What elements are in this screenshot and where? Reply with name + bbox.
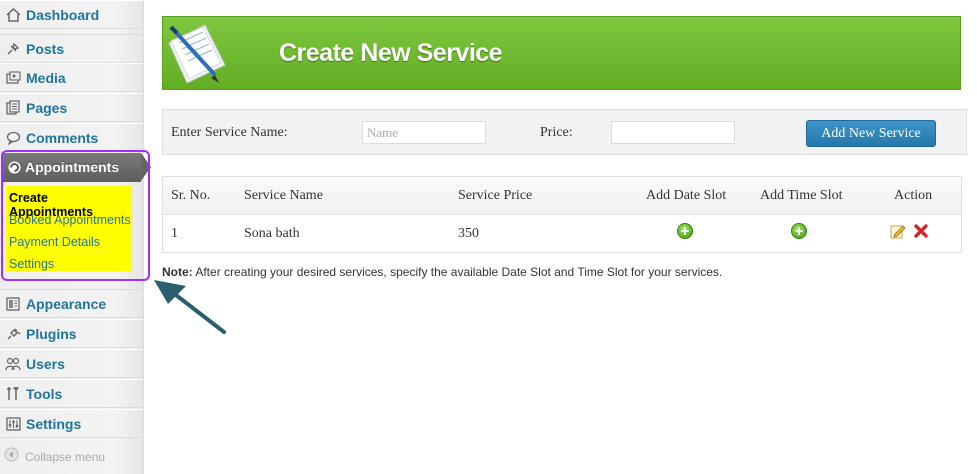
appearance-icon <box>4 296 22 312</box>
collapse-menu-label: Collapse menu <box>25 450 106 464</box>
settings-icon <box>4 416 22 432</box>
sidebar-item-label: Plugins <box>26 325 77 342</box>
sidebar-item-label: Dashboard <box>26 6 100 23</box>
plug-icon <box>4 326 22 342</box>
document-pen-icon <box>165 21 245 92</box>
price-input[interactable] <box>611 121 735 144</box>
sidebar-item-plugins[interactable]: Plugins <box>0 319 143 348</box>
add-time-slot-icon[interactable] <box>791 223 807 239</box>
header-service-name: Service Name <box>244 188 323 203</box>
tools-icon <box>4 386 22 402</box>
add-new-service-button[interactable]: Add New Service <box>806 120 936 147</box>
row-sr-no: 1 <box>171 226 178 241</box>
collapse-arrow-icon <box>4 447 19 467</box>
add-date-slot-icon[interactable] <box>677 223 693 239</box>
sidebar-item-settings[interactable]: Settings <box>0 409 143 438</box>
users-icon <box>4 356 22 372</box>
sidebar-item-appearance[interactable]: Appearance <box>0 289 143 318</box>
delete-icon[interactable] <box>913 223 929 244</box>
sidebar-item-label: Pages <box>26 99 68 116</box>
sidebar-item-label: Comments <box>26 129 99 146</box>
annotation-arrow-icon <box>150 276 230 343</box>
row-service-name: Sona bath <box>244 226 300 241</box>
annotation-highlight-box <box>1 150 150 281</box>
sidebar-item-posts[interactable]: Posts <box>0 34 143 63</box>
pages-icon <box>4 100 22 116</box>
sidebar-item-label: Settings <box>26 415 82 432</box>
sidebar-item-dashboard[interactable]: Dashboard <box>0 0 143 29</box>
header-add-time-slot: Add Time Slot <box>760 188 843 203</box>
edit-icon[interactable] <box>890 223 906 244</box>
header-action: Action <box>894 188 933 203</box>
media-icon <box>4 70 22 86</box>
sidebar-item-media[interactable]: Media <box>0 63 143 92</box>
services-table: Sr. No. Service Name Service Price Add D… <box>162 176 962 253</box>
page-banner: Create New Service <box>162 16 961 90</box>
pin-icon <box>4 41 22 57</box>
price-label: Price: <box>540 125 573 140</box>
sidebar-item-label: Posts <box>26 40 65 57</box>
note-body: After creating your desired services, sp… <box>192 265 723 279</box>
table-header: Sr. No. Service Name Service Price Add D… <box>163 177 961 215</box>
note-text: Note: After creating your desired servic… <box>162 265 722 279</box>
collapse-menu-button[interactable]: Collapse menu <box>4 447 105 467</box>
sidebar-item-tools[interactable]: Tools <box>0 379 143 408</box>
service-form: Enter Service Name: Price: Add New Servi… <box>162 109 967 155</box>
dashboard-icon <box>4 7 22 23</box>
sidebar-item-label: Tools <box>26 385 63 402</box>
header-sr-no: Sr. No. <box>171 188 211 203</box>
comment-icon <box>4 130 22 146</box>
sidebar-item-comments[interactable]: Comments <box>0 123 143 152</box>
sidebar-item-label: Appearance <box>26 295 107 312</box>
sidebar-item-pages[interactable]: Pages <box>0 93 143 122</box>
sidebar-item-label: Media <box>26 69 66 86</box>
page-title: Create New Service <box>279 39 503 67</box>
header-add-date-slot: Add Date Slot <box>646 188 727 203</box>
service-name-label: Enter Service Name: <box>171 125 288 140</box>
sidebar-item-label: Users <box>26 355 65 372</box>
service-name-input[interactable] <box>362 121 486 144</box>
sidebar-item-users[interactable]: Users <box>0 349 143 378</box>
row-service-price: 350 <box>458 226 479 241</box>
header-service-price: Service Price <box>458 188 533 203</box>
